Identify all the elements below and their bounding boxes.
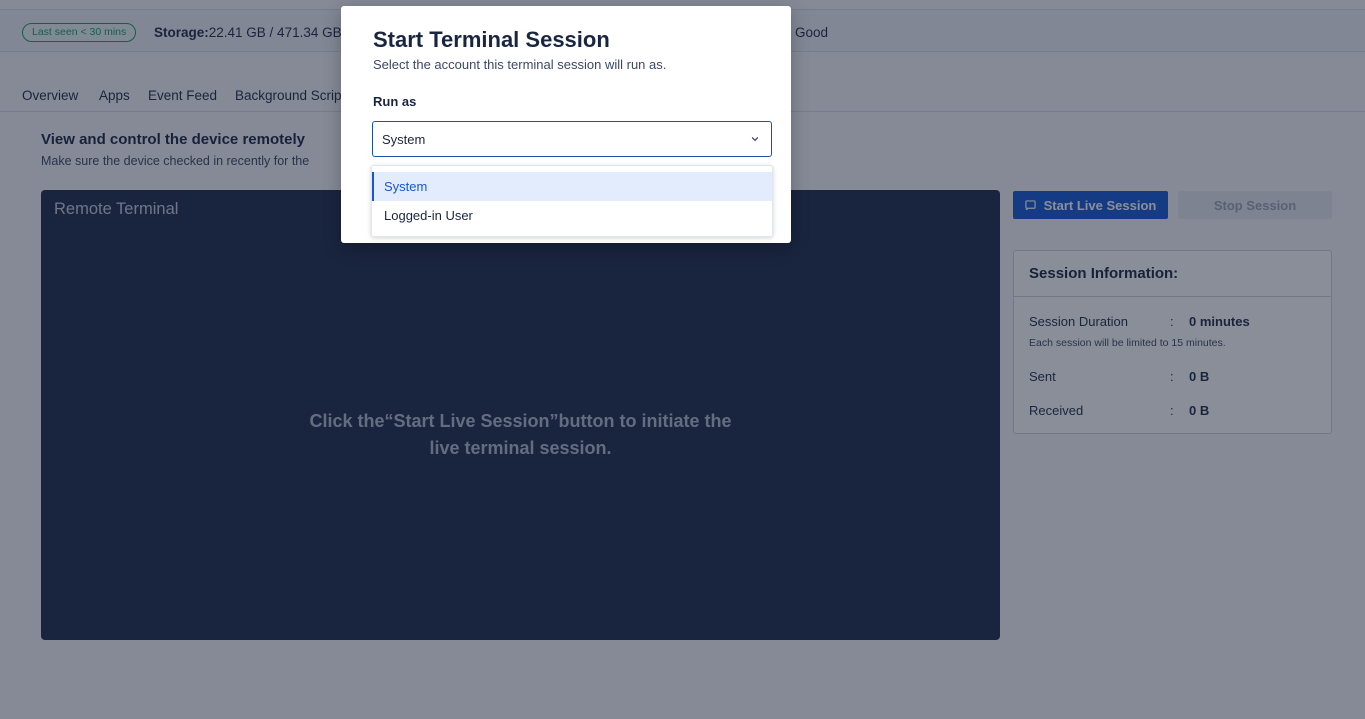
start-terminal-session-dialog: Start Terminal Session Select the accoun… (341, 6, 791, 243)
run-as-dropdown-menu: System Logged-in User (371, 165, 773, 237)
option-logged-in-user[interactable]: Logged-in User (372, 201, 772, 230)
option-system[interactable]: System (372, 172, 772, 201)
run-as-selected-value: System (382, 132, 426, 147)
dialog-title: Start Terminal Session (373, 27, 610, 52)
chevron-down-icon (751, 137, 759, 142)
dialog-subtitle: Select the account this terminal session… (373, 57, 667, 72)
run-as-select[interactable]: System (372, 121, 772, 157)
run-as-label: Run as (373, 94, 417, 109)
